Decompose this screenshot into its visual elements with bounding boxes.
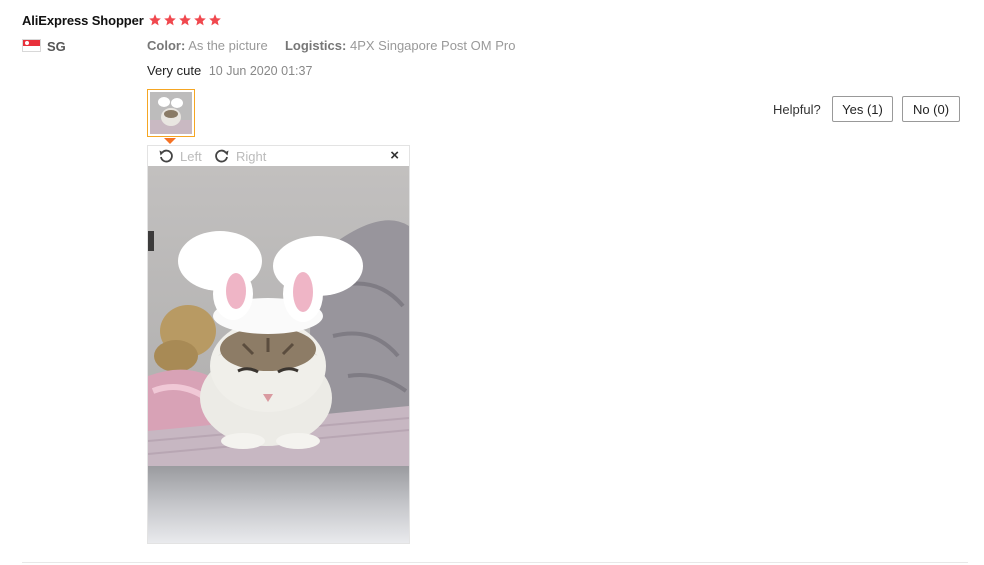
color-label: Color: — [147, 38, 186, 53]
review-photo-thumbnail[interactable] — [147, 89, 195, 137]
rating-stars — [148, 13, 222, 27]
sg-flag-icon — [22, 39, 41, 52]
rotate-right-label: Right — [236, 148, 267, 164]
rotate-left-icon — [159, 149, 173, 163]
review-date: 10 Jun 2020 01:37 — [208, 64, 313, 78]
cat-bunny-photo-image — [148, 166, 409, 543]
photo-viewer: Left Right × — [147, 145, 410, 544]
helpful-label: Helpful? — [773, 102, 821, 117]
rotate-right-button[interactable]: Right — [214, 148, 266, 164]
review-text: Very cute — [147, 63, 202, 78]
star-icon — [179, 14, 191, 26]
star-icon — [209, 14, 221, 26]
photo-viewer-toolbar: Left Right × — [148, 146, 409, 166]
helpful-yes-button[interactable]: Yes (1) — [832, 96, 893, 122]
review-attributes: Color: As the picture Logistics: 4PX Sin… — [147, 38, 515, 53]
logistics-value: 4PX Singapore Post OM Pro — [349, 38, 516, 53]
reviewer-country: SG — [47, 39, 66, 54]
helpful-no-button[interactable]: No (0) — [902, 96, 960, 122]
rotate-left-label: Left — [180, 148, 202, 164]
logistics-label: Logistics: — [284, 38, 347, 53]
star-icon — [164, 14, 176, 26]
review-photo — [148, 166, 409, 543]
rotate-left-button[interactable]: Left — [158, 148, 202, 164]
cat-bunny-thumbnail-image — [150, 92, 192, 134]
review-divider — [22, 562, 968, 563]
star-icon — [194, 14, 206, 26]
close-icon[interactable]: × — [390, 147, 399, 164]
rotate-right-icon — [215, 149, 229, 163]
star-icon — [149, 14, 161, 26]
color-value: As the picture — [188, 38, 268, 53]
thumbnail-pointer — [164, 138, 176, 144]
review-content: Very cute 10 Jun 2020 01:37 — [147, 63, 312, 78]
reviewer-name: AliExpress Shopper — [22, 13, 144, 28]
